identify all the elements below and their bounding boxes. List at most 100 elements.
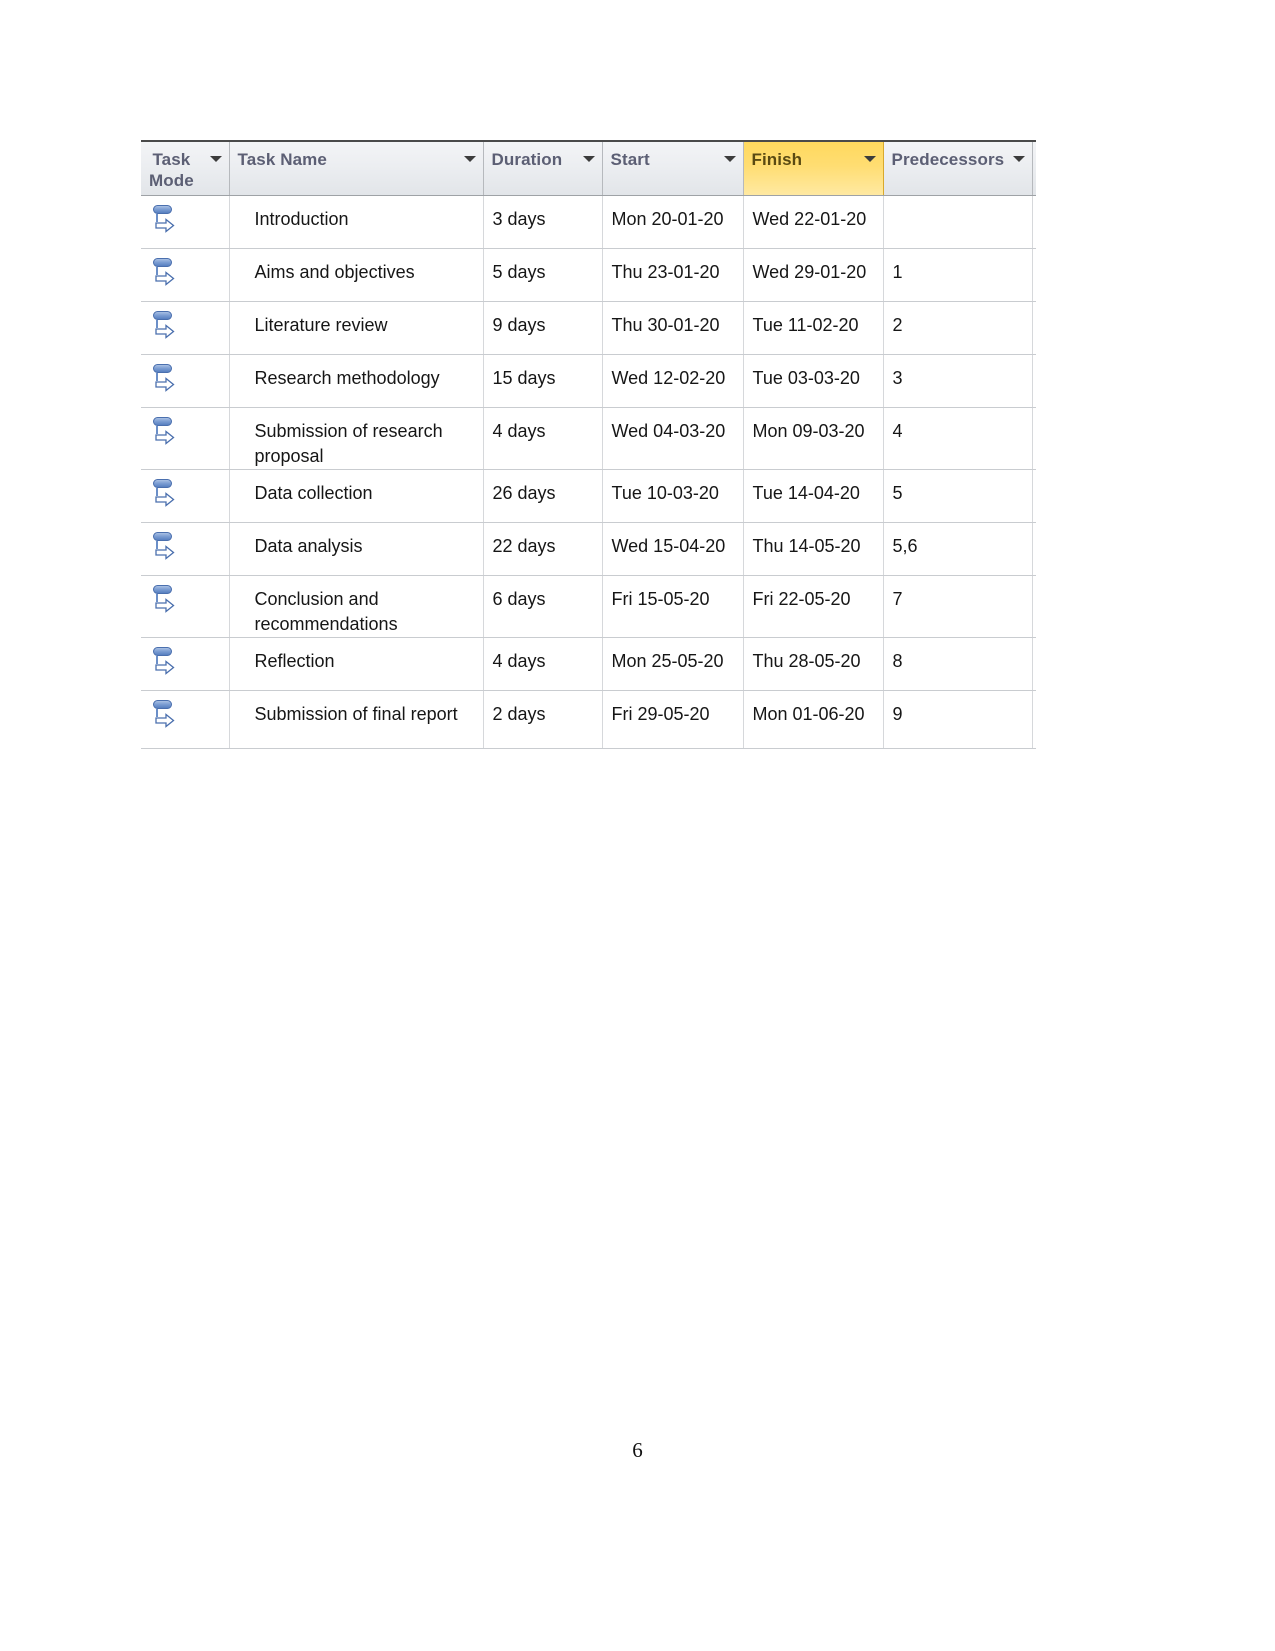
filter-dropdown-icon[interactable] xyxy=(1012,156,1025,162)
cell-duration[interactable]: 9 days xyxy=(483,301,603,355)
predecessors-text: 5 xyxy=(892,483,903,503)
cell-start[interactable]: Wed 04-03-20 xyxy=(602,407,744,470)
cell-duration[interactable]: 5 days xyxy=(483,248,603,302)
duration-text: 15 days xyxy=(492,368,556,388)
cell-task-mode[interactable] xyxy=(141,407,230,470)
filter-dropdown-icon[interactable] xyxy=(582,156,595,162)
table-row[interactable]: Conclusion and recommendations 6 days Fr… xyxy=(141,575,1036,638)
predecessors-text: 3 xyxy=(892,368,903,388)
filter-dropdown-icon[interactable] xyxy=(863,156,876,162)
cell-task-mode[interactable] xyxy=(141,637,230,691)
cell-finish[interactable]: Tue 11-02-20 xyxy=(743,301,884,355)
cell-task-mode[interactable] xyxy=(141,354,230,408)
column-header-task-name[interactable]: Task Name xyxy=(229,142,484,196)
table-row[interactable]: Submission of final report 2 days Fri 29… xyxy=(141,690,1036,749)
cell-predecessors[interactable]: 5 xyxy=(883,469,1033,523)
cell-start[interactable]: Mon 25-05-20 xyxy=(602,637,744,691)
cell-finish[interactable]: Wed 22-01-20 xyxy=(743,195,884,249)
column-header-finish[interactable]: Finish xyxy=(743,142,884,196)
cell-task-name[interactable]: Introduction xyxy=(229,195,484,249)
cell-finish[interactable]: Thu 14-05-20 xyxy=(743,522,884,576)
cell-task-mode[interactable] xyxy=(141,690,230,749)
cell-start[interactable]: Tue 10-03-20 xyxy=(602,469,744,523)
column-header-label: Start xyxy=(610,150,650,169)
cell-predecessors[interactable]: 1 xyxy=(883,248,1033,302)
cell-finish[interactable]: Wed 29-01-20 xyxy=(743,248,884,302)
page-number: 6 xyxy=(632,1438,643,1462)
table-row[interactable]: Aims and objectives 5 days Thu 23-01-20 … xyxy=(141,248,1036,302)
cell-task-name[interactable]: Research methodology xyxy=(229,354,484,408)
cell-finish[interactable]: Thu 28-05-20 xyxy=(743,637,884,691)
cell-task-name[interactable]: Literature review xyxy=(229,301,484,355)
table-row[interactable]: Introduction 3 days Mon 20-01-20 Wed 22-… xyxy=(141,195,1036,249)
cell-duration[interactable]: 6 days xyxy=(483,575,603,638)
cell-predecessors[interactable]: 8 xyxy=(883,637,1033,691)
cell-predecessors[interactable]: 7 xyxy=(883,575,1033,638)
cell-task-mode[interactable] xyxy=(141,195,230,249)
cell-predecessors[interactable]: 5,6 xyxy=(883,522,1033,576)
table-row[interactable]: Research methodology 15 days Wed 12-02-2… xyxy=(141,354,1036,408)
cell-next-partial xyxy=(1032,469,1036,523)
filter-dropdown-icon[interactable] xyxy=(723,156,736,162)
duration-text: 22 days xyxy=(492,536,556,556)
table-row[interactable]: Literature review 9 days Thu 30-01-20 Tu… xyxy=(141,301,1036,355)
cell-start[interactable]: Wed 12-02-20 xyxy=(602,354,744,408)
cell-start[interactable]: Mon 20-01-20 xyxy=(602,195,744,249)
table-row[interactable]: Data analysis 22 days Wed 15-04-20 Thu 1… xyxy=(141,522,1036,576)
header-row: Task Mode Task Name Duration Start Finis… xyxy=(141,142,1036,196)
cell-finish[interactable]: Tue 14-04-20 xyxy=(743,469,884,523)
column-header-start[interactable]: Start xyxy=(602,142,744,196)
cell-finish[interactable]: Mon 09-03-20 xyxy=(743,407,884,470)
column-header-predecessors[interactable]: Predecessors xyxy=(883,142,1033,196)
auto-scheduled-icon xyxy=(151,205,177,233)
cell-task-mode[interactable] xyxy=(141,301,230,355)
cell-task-mode[interactable] xyxy=(141,248,230,302)
project-schedule-grid[interactable]: Task Mode Task Name Duration Start Finis… xyxy=(141,140,1036,749)
cell-start[interactable]: Thu 23-01-20 xyxy=(602,248,744,302)
cell-task-name[interactable]: Data analysis xyxy=(229,522,484,576)
column-header-next-partial[interactable] xyxy=(1032,142,1036,196)
cell-duration[interactable]: 26 days xyxy=(483,469,603,523)
cell-start[interactable]: Wed 15-04-20 xyxy=(602,522,744,576)
table-row[interactable]: Reflection 4 days Mon 25-05-20 Thu 28-05… xyxy=(141,637,1036,691)
cell-duration[interactable]: 3 days xyxy=(483,195,603,249)
cell-task-mode[interactable] xyxy=(141,522,230,576)
cell-duration[interactable]: 4 days xyxy=(483,407,603,470)
cell-predecessors[interactable]: 2 xyxy=(883,301,1033,355)
filter-dropdown-icon[interactable] xyxy=(463,156,476,162)
cell-finish[interactable]: Mon 01-06-20 xyxy=(743,690,884,749)
cell-start[interactable]: Fri 29-05-20 xyxy=(602,690,744,749)
predecessors-text: 4 xyxy=(892,421,903,441)
cell-start[interactable]: Thu 30-01-20 xyxy=(602,301,744,355)
auto-scheduled-icon xyxy=(151,311,177,339)
cell-task-name[interactable]: Conclusion and recommendations xyxy=(229,575,484,638)
table-row[interactable]: Submission of research proposal 4 days W… xyxy=(141,407,1036,470)
cell-finish[interactable]: Fri 22-05-20 xyxy=(743,575,884,638)
cell-predecessors[interactable]: 4 xyxy=(883,407,1033,470)
cell-duration[interactable]: 4 days xyxy=(483,637,603,691)
filter-dropdown-icon[interactable] xyxy=(209,156,222,162)
start-text: Wed 15-04-20 xyxy=(611,536,726,556)
cell-task-mode[interactable] xyxy=(141,469,230,523)
column-header-task-mode[interactable]: Task Mode xyxy=(141,142,230,196)
cell-task-name[interactable]: Data collection xyxy=(229,469,484,523)
cell-duration[interactable]: 15 days xyxy=(483,354,603,408)
cell-task-name[interactable]: Submission of final report xyxy=(229,690,484,749)
cell-task-mode[interactable] xyxy=(141,575,230,638)
cell-predecessors[interactable]: 3 xyxy=(883,354,1033,408)
table-row[interactable]: Data collection 26 days Tue 10-03-20 Tue… xyxy=(141,469,1036,523)
predecessors-text: 5,6 xyxy=(892,536,918,556)
start-text: Wed 12-02-20 xyxy=(611,368,726,388)
cell-start[interactable]: Fri 15-05-20 xyxy=(602,575,744,638)
cell-task-name[interactable]: Reflection xyxy=(229,637,484,691)
cell-task-name[interactable]: Submission of research proposal xyxy=(229,407,484,470)
cell-task-name[interactable]: Aims and objectives xyxy=(229,248,484,302)
column-header-duration[interactable]: Duration xyxy=(483,142,603,196)
cell-predecessors[interactable]: 9 xyxy=(883,690,1033,749)
cell-finish[interactable]: Tue 03-03-20 xyxy=(743,354,884,408)
cell-duration[interactable]: 22 days xyxy=(483,522,603,576)
auto-scheduled-icon xyxy=(151,364,177,392)
cell-duration[interactable]: 2 days xyxy=(483,690,603,749)
cell-predecessors[interactable] xyxy=(883,195,1033,249)
task-name-text: Research methodology xyxy=(254,368,440,388)
